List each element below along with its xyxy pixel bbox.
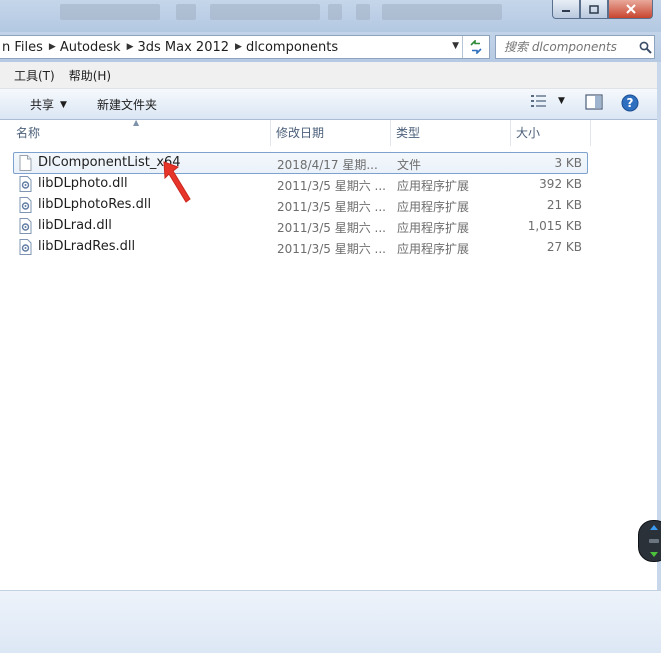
file-size: 27 KB bbox=[546, 240, 582, 254]
share-label: 共享 bbox=[30, 98, 55, 112]
view-list-icon bbox=[531, 95, 546, 107]
maximize-button[interactable] bbox=[580, 0, 608, 19]
menu-tools[interactable]: 工具(T) bbox=[0, 67, 63, 84]
file-name: libDLradRes.dll bbox=[38, 239, 136, 254]
file-size: 21 KB bbox=[546, 198, 582, 212]
breadcrumb-arrow-icon[interactable]: ▶ bbox=[47, 42, 58, 52]
svg-text:?: ? bbox=[627, 96, 634, 110]
dll-icon bbox=[19, 218, 32, 237]
dll-icon bbox=[19, 176, 32, 195]
file-name: libDLphoto.dll bbox=[38, 176, 128, 191]
file-name: libDLphotoRes.dll bbox=[38, 197, 152, 212]
file-size: 1,015 KB bbox=[527, 219, 582, 233]
new-folder-button[interactable]: 新建文件夹 bbox=[97, 96, 157, 113]
file-row[interactable]: DlComponentList_x64 2018/4/17 星期... 文件 3… bbox=[0, 152, 600, 174]
breadcrumb-arrow-icon[interactable]: ▶ bbox=[233, 42, 244, 52]
column-header-row: ▲ 名称 修改日期 类型 大小 bbox=[0, 118, 600, 148]
file-type: 应用程序扩展 bbox=[397, 242, 470, 256]
file-row[interactable]: libDLrad.dll 2011/3/5 星期六 ... 应用程序扩展 1,0… bbox=[0, 215, 600, 236]
help-icon: ? bbox=[621, 94, 639, 112]
address-row: n Files ▶ Autodesk ▶ 3ds Max 2012 ▶ dlco… bbox=[0, 32, 661, 62]
chevron-down-icon: ▼ bbox=[558, 96, 565, 106]
floating-navigation-widget[interactable] bbox=[638, 520, 661, 562]
file-date: 2011/3/5 星期六 ... bbox=[277, 242, 386, 256]
blurred-title-area bbox=[328, 4, 342, 20]
search-input[interactable] bbox=[496, 39, 636, 55]
file-date: 2018/4/17 星期... bbox=[277, 158, 378, 172]
search-box[interactable] bbox=[495, 35, 655, 59]
window-right-edge bbox=[657, 62, 661, 590]
column-header-name[interactable]: 名称 bbox=[10, 120, 271, 146]
file-type: 应用程序扩展 bbox=[397, 221, 470, 235]
blurred-title-area bbox=[356, 4, 370, 20]
refresh-button[interactable] bbox=[462, 36, 489, 58]
breadcrumb-arrow-icon[interactable]: ▶ bbox=[125, 42, 136, 52]
share-button[interactable]: 共享 ▼ bbox=[30, 96, 67, 113]
file-size: 3 KB bbox=[554, 156, 582, 170]
preview-pane-button[interactable] bbox=[585, 94, 603, 110]
breadcrumb-item[interactable]: 3ds Max 2012 bbox=[135, 40, 233, 55]
command-toolbar: 共享 ▼ 新建文件夹 ▼ ? bbox=[0, 89, 661, 120]
column-header-type[interactable]: 类型 bbox=[390, 120, 511, 146]
up-down-arrows-icon bbox=[649, 525, 659, 557]
file-date: 2011/3/5 星期六 ... bbox=[277, 200, 386, 214]
file-size: 392 KB bbox=[539, 177, 582, 191]
menu-bar: 工具(T) 帮助(H) bbox=[0, 62, 661, 89]
file-name: libDLrad.dll bbox=[38, 218, 112, 233]
close-icon bbox=[625, 4, 636, 14]
file-date: 2011/3/5 星期六 ... bbox=[277, 221, 386, 235]
address-dropdown-icon[interactable]: ▼ bbox=[452, 41, 459, 51]
column-header-size[interactable]: 大小 bbox=[510, 120, 591, 146]
preview-pane-icon bbox=[585, 94, 603, 110]
file-type: 应用程序扩展 bbox=[397, 200, 470, 214]
blurred-title-area bbox=[382, 4, 502, 20]
file-row[interactable]: libDLphoto.dll 2011/3/5 星期六 ... 应用程序扩展 3… bbox=[0, 173, 600, 194]
details-pane bbox=[0, 590, 661, 653]
view-options-button[interactable]: ▼ bbox=[530, 94, 565, 108]
file-type: 应用程序扩展 bbox=[397, 179, 470, 193]
dll-icon bbox=[19, 197, 32, 216]
title-bar bbox=[0, 0, 661, 32]
blurred-title-area bbox=[210, 4, 320, 20]
new-folder-label: 新建文件夹 bbox=[97, 98, 158, 112]
column-header-date[interactable]: 修改日期 bbox=[270, 120, 391, 146]
dll-icon bbox=[19, 239, 32, 258]
search-icon[interactable] bbox=[636, 41, 654, 54]
minimize-button[interactable] bbox=[552, 0, 580, 19]
blurred-title-area bbox=[176, 4, 196, 20]
window-controls bbox=[552, 0, 653, 19]
file-type: 文件 bbox=[397, 158, 422, 172]
maximize-icon bbox=[589, 4, 599, 14]
menu-help[interactable]: 帮助(H) bbox=[63, 67, 119, 84]
help-button[interactable]: ? bbox=[621, 94, 639, 112]
file-date: 2011/3/5 星期六 ... bbox=[277, 179, 386, 193]
file-list: DlComponentList_x64 2018/4/17 星期... 文件 3… bbox=[0, 152, 600, 257]
refresh-icon bbox=[470, 40, 482, 54]
annotation-arrow-icon bbox=[163, 161, 191, 203]
file-row[interactable]: libDLradRes.dll 2011/3/5 星期六 ... 应用程序扩展 … bbox=[0, 236, 600, 257]
breadcrumb-item[interactable]: dlcomponents bbox=[244, 40, 342, 55]
document-icon bbox=[19, 155, 32, 174]
breadcrumb-item[interactable]: Autodesk bbox=[58, 40, 125, 55]
chevron-down-icon: ▼ bbox=[60, 99, 67, 110]
close-button[interactable] bbox=[608, 0, 653, 19]
file-row[interactable]: libDLphotoRes.dll 2011/3/5 星期六 ... 应用程序扩… bbox=[0, 194, 600, 215]
minimize-icon bbox=[562, 10, 570, 12]
breadcrumb-item[interactable]: n Files bbox=[0, 40, 47, 55]
blurred-title-area bbox=[60, 4, 160, 20]
address-bar[interactable]: n Files ▶ Autodesk ▶ 3ds Max 2012 ▶ dlco… bbox=[0, 35, 490, 59]
